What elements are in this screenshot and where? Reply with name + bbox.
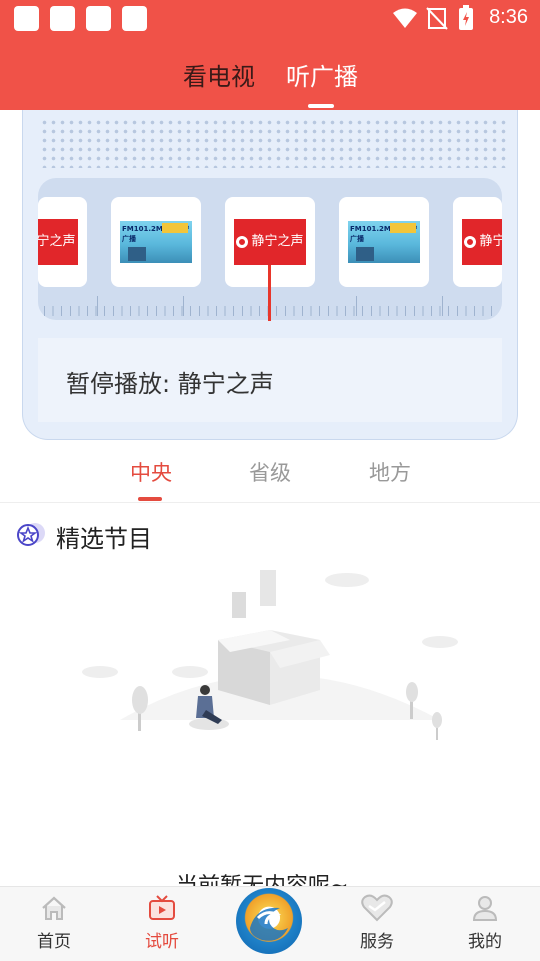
nav-label: 首页	[37, 932, 71, 952]
user-icon	[472, 896, 498, 921]
sub-tab-indicator	[138, 497, 162, 501]
star-badge-icon	[17, 523, 45, 546]
tab-provincial[interactable]: 省级	[249, 457, 291, 487]
no-signal-icon	[426, 7, 448, 30]
nav-label: 服务	[360, 932, 394, 952]
home-icon	[42, 896, 66, 920]
playback-status: 暂停播放: 静宁之声	[66, 370, 274, 398]
nav-listen[interactable]: 试听	[122, 893, 202, 952]
station-logo: 静宁之声	[462, 219, 502, 265]
station-card[interactable]: 静宁之声	[38, 197, 87, 287]
tv-icon	[149, 895, 175, 920]
station-card[interactable]: 静宁之声	[453, 197, 502, 287]
tab-indicator	[308, 104, 334, 108]
empty-box-illustration	[82, 570, 458, 740]
station-logo: FM101.2MHz 静宁广播	[348, 221, 420, 263]
nav-home[interactable]: 首页	[14, 893, 94, 952]
battery-icon	[459, 5, 473, 30]
ruler-major-tick	[183, 296, 184, 316]
station-card[interactable]: FM101.2MHz 静宁广播	[339, 197, 429, 287]
notification-icon	[14, 6, 39, 31]
wifi-icon	[393, 8, 417, 28]
app-logo-button[interactable]	[236, 888, 302, 954]
ruler-major-tick	[356, 296, 357, 316]
ruler-major-tick	[97, 296, 98, 316]
station-card[interactable]: FM101.2MHz 静宁广播	[111, 197, 201, 287]
station-logo: 静宁之声	[38, 219, 78, 265]
station-logo: FM101.2MHz 静宁广播	[120, 221, 192, 263]
nav-label: 我的	[468, 932, 502, 952]
section-title: 精选节目	[56, 525, 152, 553]
notification-icon	[86, 6, 111, 31]
logo-swirl-icon	[250, 907, 288, 941]
tab-central[interactable]: 中央	[130, 457, 172, 487]
tab-local[interactable]: 地方	[369, 457, 411, 487]
tab-watch-tv[interactable]: 看电视	[183, 57, 255, 92]
nav-profile[interactable]: 我的	[445, 893, 525, 952]
nav-label: 试听	[145, 932, 179, 952]
tab-listen-radio[interactable]: 听广播	[286, 57, 358, 92]
tuner-needle	[268, 265, 271, 321]
ruler-major-tick	[442, 296, 443, 316]
nav-services[interactable]: 服务	[337, 893, 417, 952]
station-logo: 静宁之声	[234, 219, 306, 265]
heart-icon	[361, 894, 393, 922]
divider	[0, 502, 540, 503]
notification-icon	[122, 6, 147, 31]
speaker-grille	[40, 118, 510, 168]
notification-icon	[50, 6, 75, 31]
status-time: 8:36	[489, 6, 528, 28]
